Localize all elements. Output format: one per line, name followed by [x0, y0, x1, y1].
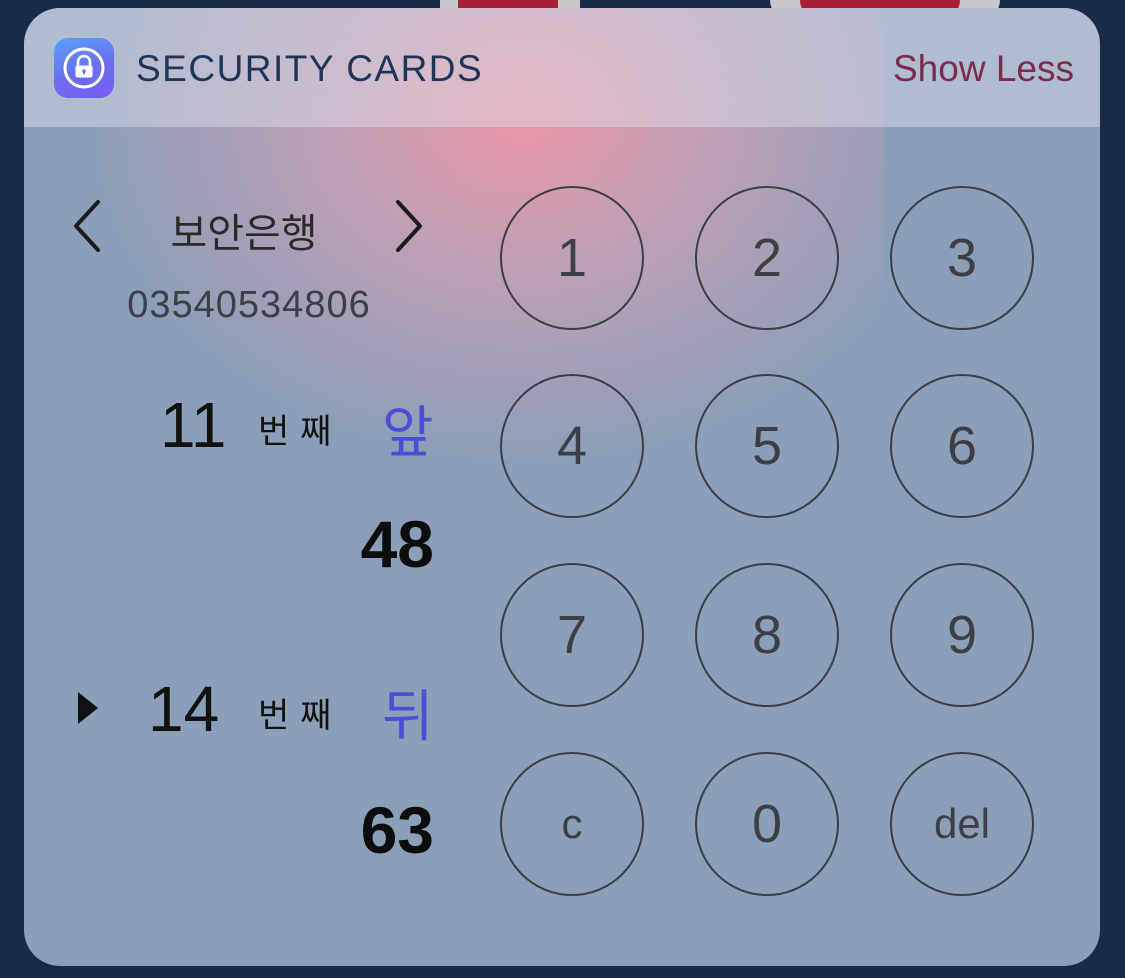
code-side-label: 앞 — [382, 401, 434, 466]
security-cards-widget: SECURITY CARDS Show Less 보안은행 0354053480… — [24, 8, 1100, 966]
keypad-key-2[interactable]: 2 — [695, 186, 839, 330]
widget-title: SECURITY CARDS — [136, 48, 484, 89]
code-unit-label: 번 째 — [258, 696, 332, 736]
keypad-key-7[interactable]: 7 — [500, 563, 644, 707]
code-value: 48 — [360, 507, 434, 581]
code-value: 63 — [360, 793, 434, 867]
chevron-left-icon[interactable] — [68, 196, 108, 256]
widget-header: SECURITY CARDS Show Less — [24, 8, 1100, 127]
keypad-key-5[interactable]: 5 — [695, 374, 839, 518]
code-index: 14 — [148, 673, 220, 745]
code-unit-label: 번 째 — [258, 412, 332, 452]
keypad-key-4[interactable]: 4 — [500, 374, 644, 518]
chevron-right-icon[interactable] — [388, 196, 428, 256]
show-less-button[interactable]: Show Less — [893, 48, 1074, 90]
keypad-key-8[interactable]: 8 — [695, 563, 839, 707]
lock-icon — [54, 38, 114, 98]
keypad-key-9[interactable]: 9 — [890, 563, 1034, 707]
account-number: 03540534806 — [127, 284, 371, 326]
keypad-clear-button[interactable]: c — [500, 752, 644, 896]
keypad-delete-button[interactable]: del — [890, 752, 1034, 896]
code-row-2[interactable]: 14 번 째 뒤 — [64, 672, 444, 752]
keypad-key-3[interactable]: 3 — [890, 186, 1034, 330]
keypad-key-0[interactable]: 0 — [695, 752, 839, 896]
code-index: 11 — [160, 389, 227, 461]
keypad-key-6[interactable]: 6 — [890, 374, 1034, 518]
code-side-label: 뒤 — [382, 685, 434, 750]
keypad-key-1[interactable]: 1 — [500, 186, 644, 330]
bank-name: 보안은행 — [170, 211, 318, 257]
code-row-1[interactable]: 11 번 째 앞 — [64, 388, 444, 468]
